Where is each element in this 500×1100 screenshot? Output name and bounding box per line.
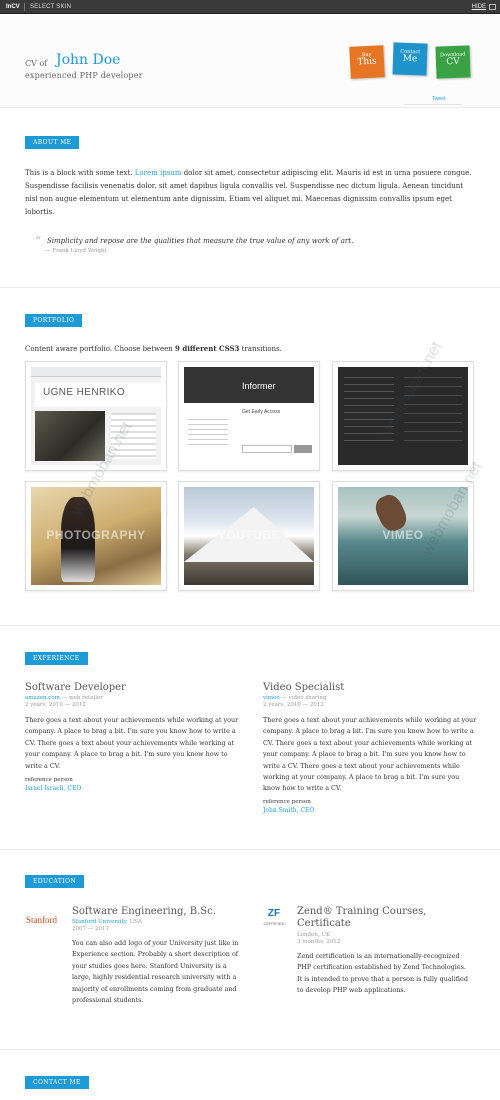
edu-years: 3 months, 2012 <box>297 939 341 945</box>
education-section: EDUCATION Stanford Software Engineering,… <box>0 850 500 1050</box>
portfolio-intro-before: Content aware portfolio. Choose between <box>25 345 173 353</box>
job-title: Software Developer <box>25 682 126 693</box>
note-big-label: Me <box>402 53 418 65</box>
portfolio-logo: UGNE HENRIKO <box>43 387 126 398</box>
job-years: 2 years, 2010 — 2012 <box>25 702 86 708</box>
topbar-divider <box>24 3 25 11</box>
about-section: ABOUT ME This is a block with some text.… <box>0 108 500 288</box>
stanford-logo-icon: Stanford <box>26 915 57 925</box>
job-description: There goes a text about your achievement… <box>263 716 477 793</box>
contact-tag: CONTACT ME <box>25 1076 89 1089</box>
quote-text: Simplicity and repose are the qualities … <box>47 237 354 245</box>
job-company: amazon.com — web retailer <box>25 695 103 701</box>
tweet-divider <box>404 104 462 105</box>
edu-years: 2007 — 2011 <box>72 926 109 932</box>
select-skin-link[interactable]: SELECT SKIN <box>30 0 71 14</box>
quote-mark-icon: “ <box>35 234 42 248</box>
experience-tag: EXPERIENCE <box>25 652 88 665</box>
browser-bar <box>31 367 161 377</box>
portfolio-label: VIMEO <box>382 528 424 543</box>
portfolio-image: Informer Get Early Access <box>184 367 314 465</box>
portfolio-item-2[interactable]: Informer Get Early Access <box>178 361 320 471</box>
portfolio-section: PORTFOLIO Content aware portfolio. Choos… <box>0 288 500 626</box>
portfolio-label: YOUTUBE <box>217 528 281 543</box>
site-photo <box>35 411 105 461</box>
portfolio-image: PHOTOGRAPHY <box>31 487 161 585</box>
school-link[interactable]: Stanford University <box>72 919 126 925</box>
cv-of-label: CV of <box>25 59 48 68</box>
portfolio-tag: PORTFOLIO <box>25 314 83 327</box>
person-name: John Doe <box>56 52 121 68</box>
edu-description: You can also add logo of your University… <box>72 939 239 1005</box>
portfolio-image: VIMEO <box>338 487 468 585</box>
download-cv-note[interactable]: Download CV <box>435 45 471 79</box>
edu-description: Zend certification is an internationally… <box>297 952 468 995</box>
note-big-label: This <box>357 56 377 68</box>
reference-label: reference person <box>25 777 73 783</box>
hide-icon[interactable] <box>489 4 496 10</box>
company-role: — web retailer <box>59 695 103 701</box>
reference-name[interactable]: Israel Israeli, CEO <box>25 785 81 792</box>
experience-section: EXPERIENCE Software Developer amazon.com… <box>0 626 500 850</box>
portfolio-sub: Get Early Access <box>242 409 281 415</box>
site-text-lines <box>344 377 394 447</box>
portfolio-image <box>338 367 468 465</box>
portfolio-image: UGNE HENRIKO <box>31 367 161 465</box>
site-text-lines <box>188 419 228 449</box>
zend-logo-icon: ZF <box>267 908 281 919</box>
job-title: Video Specialist <box>263 682 345 693</box>
school-place: , USA <box>126 919 143 925</box>
join-box <box>294 445 312 453</box>
site-text-lines <box>404 377 462 447</box>
hide-link[interactable]: HIDE <box>472 0 486 14</box>
job-description: There goes a text about your achievement… <box>25 716 239 770</box>
contact-section: CONTACT ME <box>0 1050 500 1100</box>
portfolio-logo: Informer <box>242 381 276 391</box>
lorem-ipsum-link[interactable]: Lorem ipsum <box>135 169 182 177</box>
company-link[interactable]: vimeo <box>263 695 280 701</box>
portfolio-item-vimeo[interactable]: VIMEO <box>332 481 474 591</box>
about-text: This is a block with some text. Lorem ip… <box>25 167 477 219</box>
person-subtitle: experienced PHP developer <box>25 71 143 80</box>
company-link[interactable]: amazon.com <box>25 695 60 701</box>
buy-this-note[interactable]: Buy This <box>349 45 385 79</box>
top-bar: InCV SELECT SKIN HIDE <box>0 0 500 14</box>
reference-label: reference person <box>263 799 311 805</box>
portfolio-item-1[interactable]: UGNE HENRIKO <box>25 361 167 471</box>
portfolio-intro: Content aware portfolio. Choose between … <box>25 342 477 356</box>
tweet-button[interactable]: Tweet <box>432 96 445 102</box>
job-company: vimeo — video sharing <box>263 695 326 701</box>
reference-name[interactable]: John Smith, CEO <box>263 807 314 814</box>
portfolio-label: PHOTOGRAPHY <box>46 528 146 543</box>
email-box <box>242 445 292 453</box>
about-text-before: This is a block with some text. <box>25 169 133 177</box>
brand-logo: InCV <box>6 4 20 10</box>
quote-author: — Frank Lloyd Wright <box>45 248 107 254</box>
degree-title: Software Engineering, B.Sc. <box>72 906 216 917</box>
portfolio-item-3[interactable] <box>332 361 474 471</box>
edu-place: London, UK <box>297 932 331 938</box>
portfolio-item-photography[interactable]: PHOTOGRAPHY <box>25 481 167 591</box>
about-tag: ABOUT ME <box>25 136 80 149</box>
education-tag: EDUCATION <box>25 875 84 888</box>
zend-certified-label: CERTIFIED <box>263 921 285 926</box>
contact-me-note[interactable]: Contact Me <box>392 42 428 76</box>
header: CV of John Doe experienced PHP developer… <box>0 15 500 108</box>
job-years: 2 years, 2010 — 2012 <box>263 702 324 708</box>
degree-title: Zend® Training Courses, Certificate <box>297 906 427 929</box>
note-big-label: CV <box>446 56 460 68</box>
portfolio-image: YOUTUBE <box>184 487 314 585</box>
school: Stanford University, USA <box>72 919 142 925</box>
portfolio-intro-bold: 9 different CSS3 <box>175 344 240 353</box>
site-text-lines <box>111 413 156 459</box>
portfolio-intro-after: transitions. <box>241 345 282 353</box>
company-role: — video sharing <box>279 695 327 701</box>
portfolio-item-youtube[interactable]: YOUTUBE <box>178 481 320 591</box>
